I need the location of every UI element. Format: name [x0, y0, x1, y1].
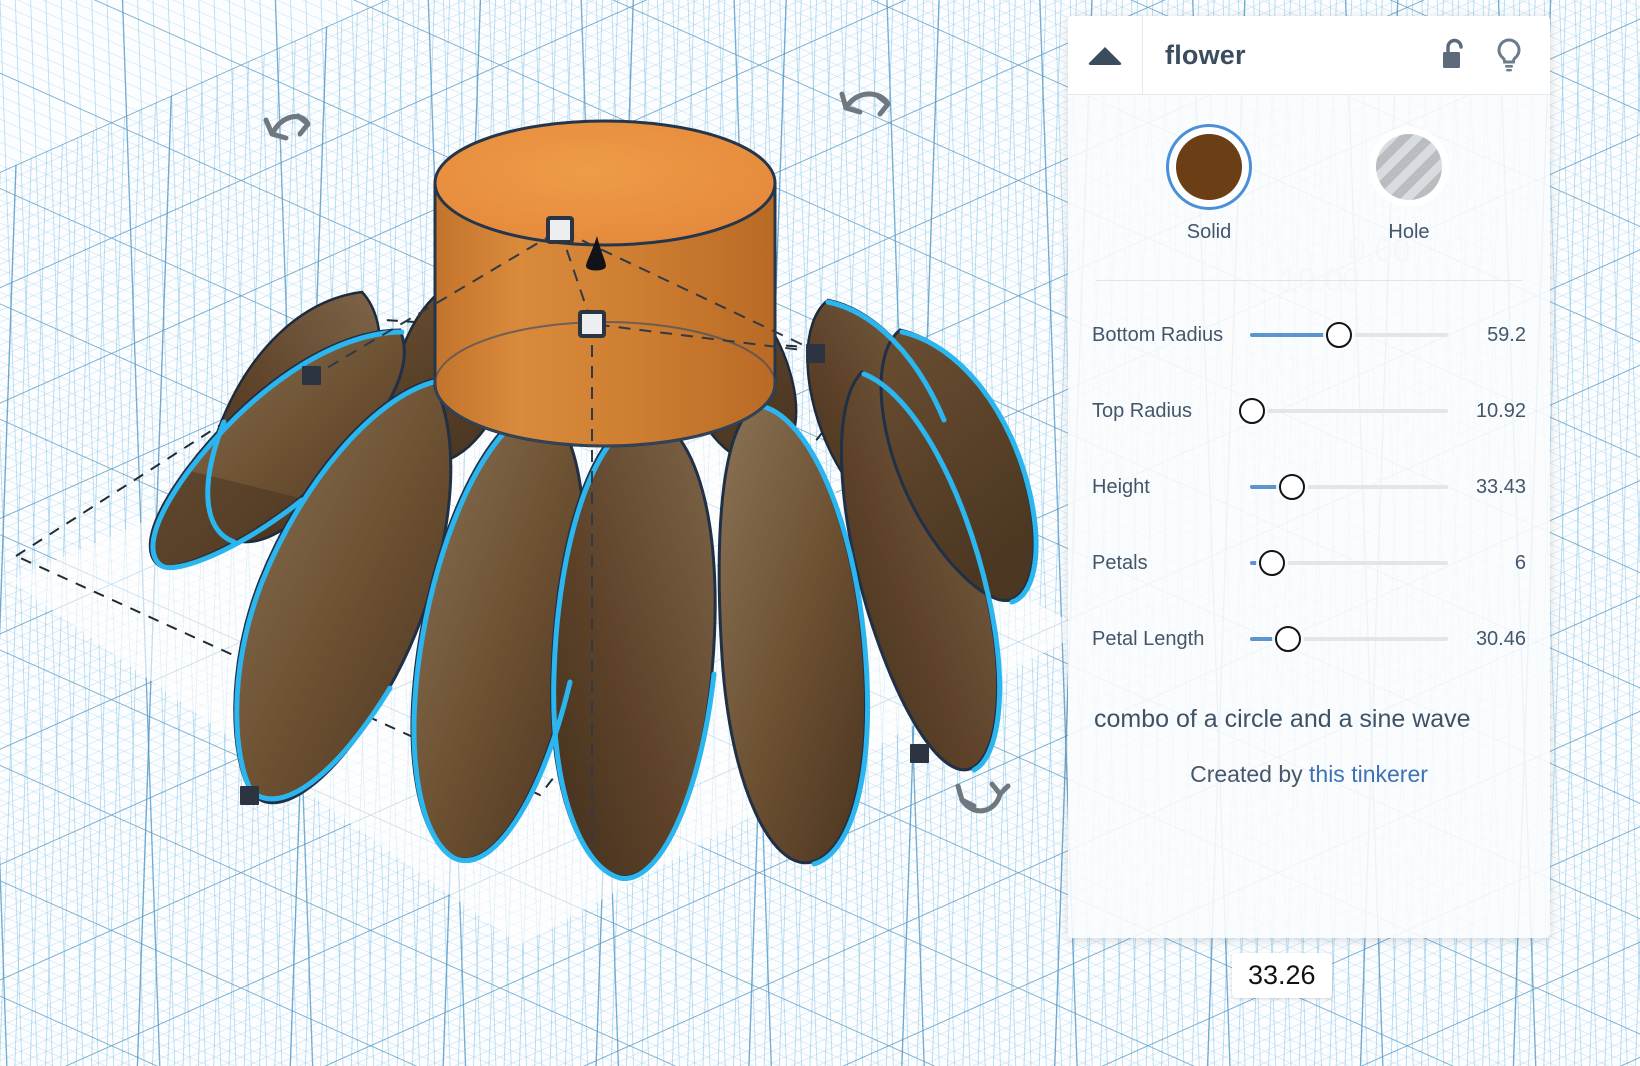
solid-label: Solid: [1186, 221, 1232, 243]
slider-knob-bottom-radius[interactable]: [1326, 322, 1353, 348]
slider-row-petals: Petals 6: [1092, 525, 1526, 601]
rotate-handle-left[interactable]: [263, 113, 311, 141]
slider-value-height[interactable]: 33.43: [1448, 476, 1526, 499]
slider-row-top-radius: Top Radius 10.92: [1092, 373, 1526, 449]
panel-title: flower: [1165, 39, 1246, 70]
panel-header: flower: [1068, 16, 1550, 95]
collapse-panel-button[interactable]: [1068, 16, 1143, 94]
slider-row-petal-length: Petal Length 30.46: [1092, 601, 1526, 677]
solid-swatch-icon[interactable]: [1169, 127, 1249, 207]
solid-mode-option[interactable]: Solid: [1169, 127, 1249, 244]
slider-height[interactable]: [1250, 472, 1448, 502]
created-by-footer: Created by this tinkerer: [1092, 739, 1526, 814]
hole-mode-option[interactable]: Hole: [1369, 127, 1449, 244]
slider-bottom-radius[interactable]: [1250, 320, 1448, 350]
slider-label-petals: Petals: [1092, 551, 1148, 574]
slider-label-height: Height: [1092, 475, 1150, 498]
center-cylinder[interactable]: [433, 119, 777, 448]
hole-label: Hole: [1388, 221, 1430, 243]
slider-value-petal-length[interactable]: 30.46: [1448, 628, 1526, 651]
slider-knob-top-radius[interactable]: [1239, 398, 1265, 424]
slider-petal-length[interactable]: [1250, 624, 1448, 654]
unlock-button[interactable]: [1440, 38, 1468, 72]
slider-label-bottom-radius: Bottom Radius: [1092, 323, 1224, 346]
slider-value-bottom-radius[interactable]: 59.2: [1448, 324, 1526, 347]
slider-knob-petal-length[interactable]: [1274, 626, 1301, 652]
slider-knob-petals[interactable]: [1258, 550, 1285, 576]
light-toggle-button[interactable]: [1494, 37, 1524, 73]
mode-swatches: Solid Hole: [1092, 95, 1526, 250]
slider-label-top-radius: Top Radius: [1092, 399, 1193, 422]
slider-value-petals[interactable]: 6: [1448, 552, 1526, 575]
shape-properties-panel[interactable]: flower Solid Hole Bottom Radius 59.2 Top…: [1068, 16, 1550, 938]
shape-description: combo of a circle and a sine wave: [1094, 705, 1471, 733]
lightbulb-icon: [1497, 38, 1521, 72]
slider-row-height: Height 33.43: [1092, 449, 1526, 525]
measurement-badge[interactable]: 33.26: [1232, 953, 1332, 998]
created-by-prefix: Created by: [1190, 761, 1310, 787]
slider-petals[interactable]: [1250, 548, 1448, 578]
tinkerer-link[interactable]: this tinkerer: [1309, 761, 1428, 787]
hole-swatch-icon[interactable]: [1369, 127, 1449, 207]
slider-value-top-radius[interactable]: 10.92: [1448, 400, 1526, 423]
slider-knob-height[interactable]: [1278, 474, 1305, 500]
unlock-icon: [1443, 38, 1463, 68]
slider-row-bottom-radius: Bottom Radius 59.2: [1092, 297, 1526, 373]
slider-top-radius[interactable]: [1239, 396, 1448, 426]
rotate-handle-bottom[interactable]: [955, 781, 1011, 814]
slider-label-petal-length: Petal Length: [1092, 627, 1205, 650]
triangle-up-icon: [1088, 47, 1122, 65]
parameter-sliders: Bottom Radius 59.2 Top Radius 10.92 Heig…: [1092, 281, 1526, 677]
rotate-handle-right[interactable]: [839, 91, 891, 117]
